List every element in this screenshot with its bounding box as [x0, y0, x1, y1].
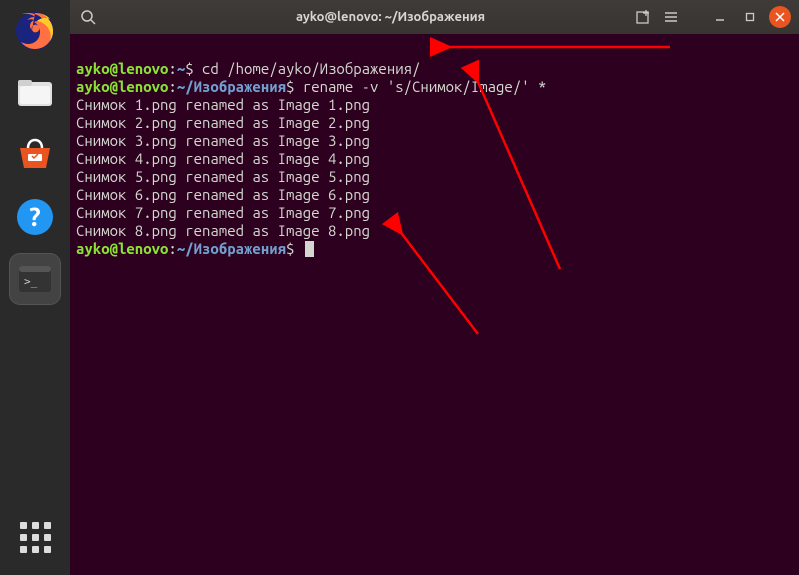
apps-button[interactable]: [15, 517, 55, 557]
output-line: Снимок 1.png renamed as Image 1.png: [76, 96, 370, 113]
prompt-path: ~/Изображения: [177, 78, 286, 95]
svg-text:?: ?: [29, 202, 40, 231]
prompt-path: ~/Изображения: [177, 240, 286, 257]
svg-text:>_: >_: [24, 275, 38, 288]
search-icon[interactable]: [78, 7, 98, 27]
output-line: Снимок 5.png renamed as Image 5.png: [76, 168, 370, 185]
terminal-content[interactable]: ayko@lenovo:~$ cd /home/ayko/Изображения…: [70, 34, 799, 575]
close-button[interactable]: [769, 6, 791, 28]
dock-item-files[interactable]: [10, 68, 60, 118]
maximize-button[interactable]: [739, 6, 761, 28]
output-line: Снимок 2.png renamed as Image 2.png: [76, 114, 370, 131]
prompt-path: ~: [177, 60, 185, 77]
dock-item-firefox[interactable]: [10, 6, 60, 56]
prompt-line: ayko@lenovo:~/Изображения$ rename -v 's/…: [76, 78, 546, 95]
output-line: Снимок 4.png renamed as Image 4.png: [76, 150, 370, 167]
menu-icon[interactable]: [661, 7, 681, 27]
prompt-line: ayko@lenovo:~/Изображения$: [76, 240, 314, 257]
titlebar: ayko@lenovo: ~/Изображения: [70, 0, 799, 34]
minimize-button[interactable]: [709, 6, 731, 28]
software-icon: [14, 134, 56, 176]
help-icon: ?: [14, 196, 56, 238]
output-line: Снимок 8.png renamed as Image 8.png: [76, 222, 370, 239]
dock-item-help[interactable]: ?: [10, 192, 60, 242]
dock: ? >_: [0, 0, 70, 575]
output-line: Снимок 6.png renamed as Image 6.png: [76, 186, 370, 203]
command-text: rename -v 's/Снимок/Image/' *: [303, 78, 547, 95]
terminal-window: ayko@lenovo: ~/Изображения ayko@lenovo:~…: [70, 0, 799, 575]
prompt-line: ayko@lenovo:~$ cd /home/ayko/Изображения…: [76, 60, 420, 77]
output-line: Снимок 3.png renamed as Image 3.png: [76, 132, 370, 149]
output-line: Снимок 7.png renamed as Image 7.png: [76, 204, 370, 221]
prompt-user: ayko@lenovo: [76, 78, 168, 95]
firefox-icon: [14, 10, 56, 52]
dock-item-software[interactable]: [10, 130, 60, 180]
terminal-icon: >_: [14, 258, 56, 300]
folder-icon: [14, 72, 56, 114]
command-text: cd /home/ayko/Изображения/: [202, 60, 420, 77]
dock-item-terminal[interactable]: >_: [10, 254, 60, 304]
cursor: [305, 241, 314, 257]
prompt-user: ayko@lenovo: [76, 240, 168, 257]
window-title: ayko@lenovo: ~/Изображения: [106, 10, 625, 24]
prompt-user: ayko@lenovo: [76, 60, 168, 77]
new-tab-icon[interactable]: [633, 7, 653, 27]
